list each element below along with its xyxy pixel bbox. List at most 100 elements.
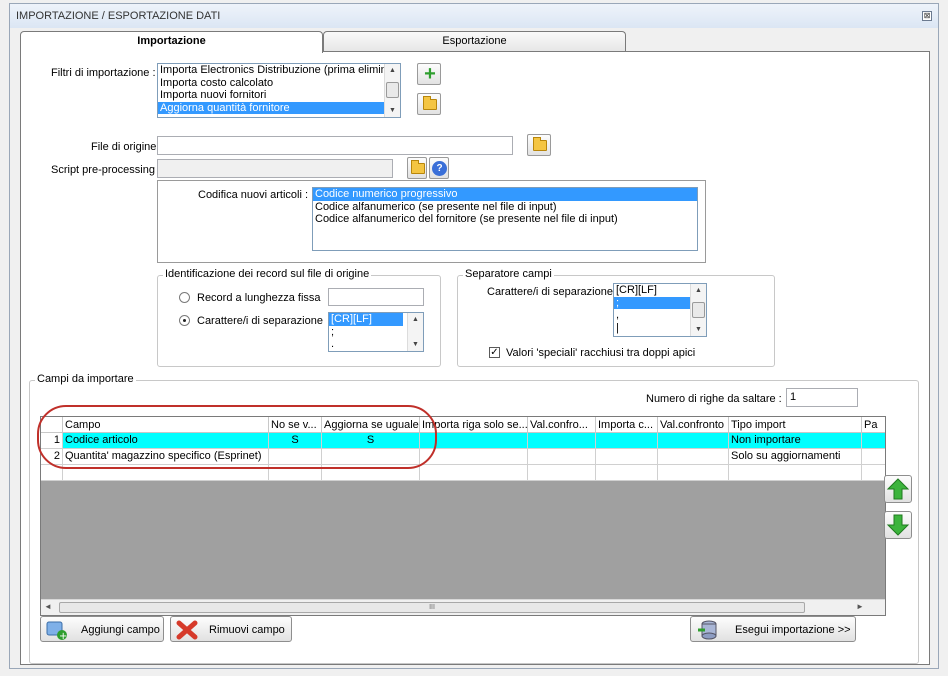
close-icon[interactable]: ⊠ xyxy=(922,11,932,21)
source-file-input[interactable] xyxy=(157,136,513,155)
table-cell[interactable] xyxy=(596,449,658,465)
table-cell[interactable] xyxy=(528,465,596,481)
arrow-down-icon xyxy=(886,514,910,536)
window-title: IMPORTAZIONE / ESPORTAZIONE DATI xyxy=(16,10,221,22)
table-cell[interactable] xyxy=(862,449,885,465)
fixed-length-input[interactable] xyxy=(328,288,424,306)
skip-rows-input[interactable]: 1 xyxy=(786,388,858,407)
table-cell[interactable]: Non importare xyxy=(729,433,862,449)
filters-label: Filtri di importazione : xyxy=(51,67,156,79)
list-item[interactable]: Codice alfanumerico del fornitore (se pr… xyxy=(313,213,697,226)
scroll-right-icon[interactable]: ► xyxy=(856,602,864,611)
move-down-button[interactable] xyxy=(884,511,912,539)
remove-field-button[interactable]: Rimuovi campo xyxy=(170,616,292,642)
list-item[interactable]: , xyxy=(614,309,690,322)
open-filter-button[interactable] xyxy=(417,93,441,115)
separator-label: Carattere/i di separazione xyxy=(197,315,323,327)
remove-field-label: Rimuovi campo xyxy=(209,624,285,636)
plus-icon: + xyxy=(424,63,436,85)
list-item[interactable]: Importa costo calcolato xyxy=(158,77,384,90)
encoding-list[interactable]: Codice numerico progressivo Codice alfan… xyxy=(312,187,698,251)
field-separator-legend: Separatore campi xyxy=(463,268,554,280)
title-bar: IMPORTAZIONE / ESPORTAZIONE DATI ⊠ xyxy=(10,4,938,28)
column-header[interactable]: Val.confronto xyxy=(658,417,729,433)
filters-scrollbar[interactable]: ▲ ▼ xyxy=(384,64,400,117)
scroll-thumb[interactable]: III xyxy=(59,602,805,613)
fixed-length-radio[interactable] xyxy=(179,292,190,303)
list-item-selected[interactable]: [CR][LF] xyxy=(329,313,403,326)
list-item[interactable]: Importa nuovi fornitori xyxy=(158,89,384,102)
separator-radio[interactable] xyxy=(179,315,190,326)
column-header[interactable]: Importa c... xyxy=(596,417,658,433)
browse-script-button[interactable] xyxy=(407,157,427,179)
field-separator-list[interactable]: [CR][LF] ; , | ▲ ▼ xyxy=(613,283,707,337)
table-cell[interactable] xyxy=(862,433,885,449)
scroll-down-icon[interactable]: ▼ xyxy=(385,104,400,117)
list-item[interactable]: ; xyxy=(329,326,403,339)
field-separator-scrollbar[interactable]: ▲ ▼ xyxy=(690,284,706,336)
help-button[interactable]: ? xyxy=(429,157,449,179)
scroll-up-icon[interactable]: ▲ xyxy=(408,313,423,326)
folder-icon xyxy=(533,137,547,151)
record-separator-list[interactable]: [CR][LF] ; . ▲ ▼ xyxy=(328,312,424,352)
browse-source-button[interactable] xyxy=(527,134,551,156)
table-cell[interactable]: Solo su aggiornamenti xyxy=(729,449,862,465)
table-cell[interactable] xyxy=(596,465,658,481)
run-import-button[interactable]: Esegui importazione >> xyxy=(690,616,856,642)
scroll-left-icon[interactable]: ◄ xyxy=(44,602,52,611)
encoding-label: Codifica nuovi articoli : xyxy=(198,189,309,201)
quoted-values-checkbox[interactable]: ✓ xyxy=(489,347,500,358)
preprocessing-label: Script pre-processing : xyxy=(51,164,162,176)
scroll-thumb[interactable] xyxy=(386,82,399,98)
red-x-icon xyxy=(176,620,198,640)
table-cell[interactable] xyxy=(596,433,658,449)
table-cell[interactable] xyxy=(729,465,862,481)
filters-list[interactable]: Importa Electronics Distribuzione (prima… xyxy=(157,63,401,118)
folder-icon xyxy=(423,96,437,110)
skip-rows-label: Numero di righe da saltare : xyxy=(646,393,782,405)
list-item[interactable]: [CR][LF] xyxy=(614,284,690,297)
add-field-icon: + xyxy=(46,621,67,641)
list-item-selected[interactable]: Aggiorna quantità fornitore xyxy=(158,101,384,114)
move-up-button[interactable] xyxy=(884,475,912,503)
tab-importazione[interactable]: Importazione xyxy=(20,31,323,53)
table-cell[interactable] xyxy=(658,433,729,449)
add-field-button[interactable]: + Aggiungi campo xyxy=(40,616,164,642)
list-item-selected[interactable]: Codice numerico progressivo xyxy=(313,188,697,201)
table-cell[interactable] xyxy=(658,465,729,481)
quoted-values-label: Valori 'speciali' racchiusi tra doppi ap… xyxy=(506,347,696,359)
list-item[interactable]: | xyxy=(614,322,690,335)
grid-hscrollbar[interactable]: ◄ III ► xyxy=(41,599,885,615)
preprocessing-input[interactable] xyxy=(157,159,393,178)
list-item[interactable]: Importa Electronics Distribuzione (prima… xyxy=(158,64,384,77)
add-filter-button[interactable]: + xyxy=(417,63,441,85)
source-file-label: File di origine : xyxy=(91,141,163,153)
folder-icon xyxy=(411,160,425,174)
column-header[interactable]: Val.confro... xyxy=(528,417,596,433)
scroll-down-icon[interactable]: ▼ xyxy=(691,323,706,336)
scroll-up-icon[interactable]: ▲ xyxy=(691,284,706,297)
list-item[interactable]: . xyxy=(329,338,403,351)
table-cell[interactable] xyxy=(528,449,596,465)
arrow-up-icon xyxy=(886,478,910,500)
column-header[interactable]: Tipo import xyxy=(729,417,862,433)
table-cell[interactable] xyxy=(528,433,596,449)
table-cell[interactable] xyxy=(658,449,729,465)
list-item[interactable]: Codice alfanumerico (se presente nel fil… xyxy=(313,201,697,214)
add-field-label: Aggiungi campo xyxy=(81,624,160,636)
annotation-ellipse xyxy=(37,405,437,469)
encoding-box: Codifica nuovi articoli : Codice numeric… xyxy=(157,180,706,263)
table-cell[interactable] xyxy=(862,465,885,481)
help-icon: ? xyxy=(432,161,447,176)
list-item-selected[interactable]: ; xyxy=(614,296,690,309)
column-header[interactable]: Pa xyxy=(862,417,885,433)
import-export-window: IMPORTAZIONE / ESPORTAZIONE DATI ⊠ Impor… xyxy=(9,3,939,669)
tab-esportazione[interactable]: Esportazione xyxy=(323,31,626,52)
scroll-down-icon[interactable]: ▼ xyxy=(408,338,423,351)
scroll-thumb[interactable] xyxy=(692,302,705,318)
database-import-icon xyxy=(698,620,717,640)
svg-text:+: + xyxy=(59,631,67,641)
scroll-up-icon[interactable]: ▲ xyxy=(385,64,400,77)
field-separator-label: Carattere/i di separazione xyxy=(487,286,613,298)
record-separator-scrollbar[interactable]: ▲ ▼ xyxy=(407,313,423,351)
